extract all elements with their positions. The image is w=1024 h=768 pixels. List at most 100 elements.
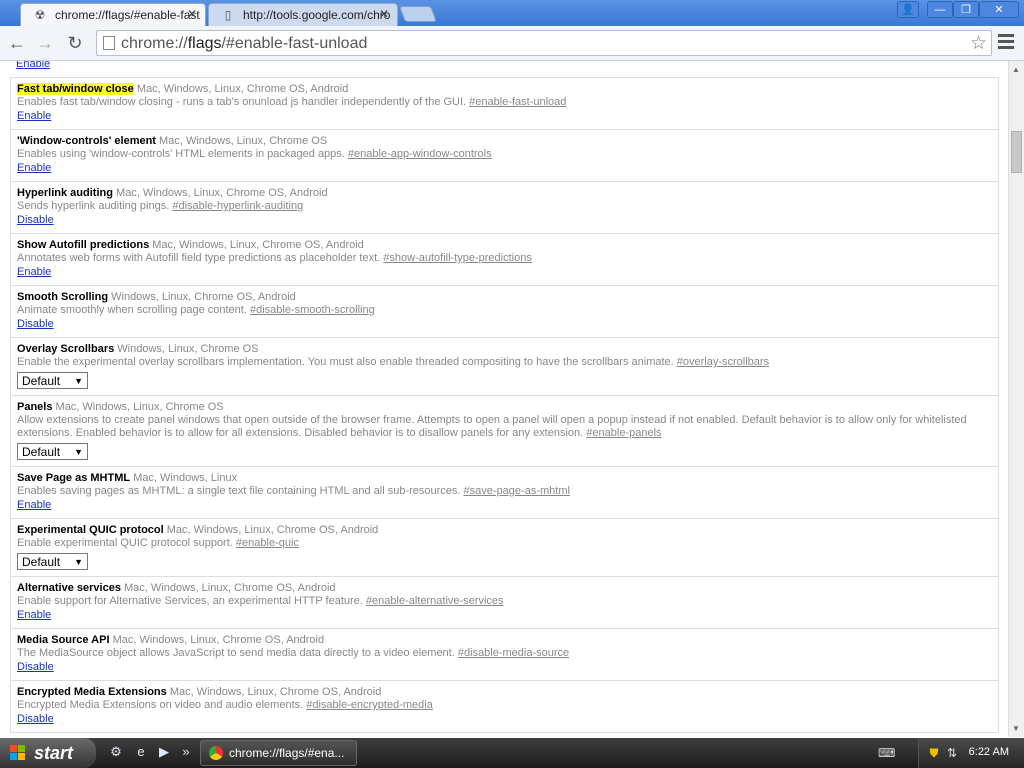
disable-link[interactable]: Disable: [17, 661, 54, 674]
back-arrow-icon[interactable]: ←: [6, 32, 28, 54]
flag-platforms: Mac, Windows, Linux: [133, 472, 238, 484]
flag-title: Encrypted Media Extensions: [17, 686, 167, 698]
page-icon: [103, 36, 115, 50]
minimize-button[interactable]: —: [927, 1, 953, 18]
windows-logo-icon: [10, 745, 26, 761]
flag-title: 'Window-controls' element: [17, 135, 156, 147]
enable-link[interactable]: Enable: [16, 61, 50, 70]
disable-link[interactable]: Disable: [17, 214, 54, 227]
dropdown-arrow-icon: ▼: [74, 557, 83, 567]
enable-link[interactable]: Enable: [17, 266, 51, 279]
flag-description: Enable the experimental overlay scrollba…: [17, 356, 674, 368]
flag-anchor-link[interactable]: #save-page-as-mhtml: [464, 485, 570, 497]
flag-platforms: Windows, Linux, Chrome OS, Android: [111, 291, 296, 303]
url-text: chrome://flags/#enable-fast-unload: [121, 35, 368, 52]
restore-button[interactable]: ❐: [953, 1, 979, 18]
flag-anchor-link[interactable]: #show-autofill-type-predictions: [383, 252, 532, 264]
close-tab-icon[interactable]: ✕: [187, 7, 197, 21]
flag-row: 'Window-controls' element Mac, Windows, …: [11, 130, 998, 182]
flag-select[interactable]: Default ▼: [17, 372, 88, 389]
flag-description: Animate smoothly when scrolling page con…: [17, 304, 247, 316]
flag-row: Overlay Scrollbars Windows, Linux, Chrom…: [11, 338, 998, 396]
network-icon[interactable]: ⇅: [945, 746, 959, 760]
flag-row: Save Page as MHTML Mac, Windows, Linux E…: [11, 467, 998, 519]
flag-description: Annotates web forms with Autofill field …: [17, 252, 381, 264]
flag-row: Alternative services Mac, Windows, Linux…: [11, 577, 998, 629]
flag-row: Media Source API Mac, Windows, Linux, Ch…: [11, 629, 998, 681]
shield-icon[interactable]: ⛊: [927, 746, 941, 760]
enable-link[interactable]: Enable: [17, 110, 51, 123]
flag-anchor-link[interactable]: #enable-panels: [586, 427, 661, 439]
flag-row: Show Autofill predictions Mac, Windows, …: [11, 234, 998, 286]
flag-anchor-link[interactable]: #enable-fast-unload: [469, 96, 566, 108]
flag-platforms: Mac, Windows, Linux, Chrome OS, Android: [124, 582, 336, 594]
scroll-up-icon[interactable]: ▲: [1012, 65, 1020, 74]
flag-description: Allow extensions to create panel windows…: [17, 414, 967, 439]
vertical-scrollbar[interactable]: ▲ ▼: [1008, 61, 1024, 737]
clock: 6:22 AM: [968, 746, 1009, 758]
flag-platforms: Mac, Windows, Linux, Chrome OS: [55, 401, 224, 413]
flag-title: Overlay Scrollbars: [17, 343, 115, 355]
close-window-button[interactable]: ✕: [979, 1, 1019, 18]
enable-link[interactable]: Enable: [17, 499, 51, 512]
flag-platforms: Mac, Windows, Linux, Chrome OS, Android: [112, 634, 325, 646]
flag-row: Fast tab/window close Mac, Windows, Linu…: [11, 78, 998, 130]
new-tab-button[interactable]: [399, 6, 437, 22]
chrome-icon: [209, 746, 223, 760]
profile-icon[interactable]: 👤: [897, 1, 919, 18]
reload-icon[interactable]: ↻: [64, 32, 86, 54]
flag-anchor-link[interactable]: #disable-encrypted-media: [306, 699, 433, 711]
keyboard-icon[interactable]: ⌨: [878, 746, 895, 760]
enable-link[interactable]: Enable: [17, 162, 51, 175]
enable-link[interactable]: Enable: [17, 609, 51, 622]
scrollbar-thumb[interactable]: [1011, 131, 1022, 173]
flag-row: Panels Mac, Windows, Linux, Chrome OS Al…: [11, 396, 998, 467]
taskbar: start ⚙ e ▶ » chrome://flags/#ena... ⌨ ⛊…: [0, 738, 1024, 768]
flag-row: Encrypted Media Extensions Mac, Windows,…: [11, 681, 998, 733]
chevron-right-icon[interactable]: »: [178, 744, 194, 760]
flag-anchor-link[interactable]: #enable-app-window-controls: [348, 148, 492, 160]
flag-anchor-link[interactable]: #disable-smooth-scrolling: [250, 304, 375, 316]
internet-explorer-icon[interactable]: e: [133, 744, 149, 760]
flag-description: Enables using 'window-controls' HTML ele…: [17, 148, 345, 160]
flag-anchor-link[interactable]: #disable-media-source: [458, 647, 569, 659]
flag-title: Experimental QUIC protocol: [17, 524, 164, 536]
flag-select[interactable]: Default ▼: [17, 553, 88, 570]
address-bar[interactable]: chrome://flags/#enable-fast-unload ☆: [96, 30, 992, 56]
radiation-icon: ☢: [34, 8, 46, 22]
flag-title: Fast tab/window close: [17, 83, 134, 95]
flag-platforms: Mac, Windows, Linux, Chrome OS, Android: [152, 239, 364, 251]
toolbar: ← → ↻ chrome://flags/#enable-fast-unload…: [0, 26, 1024, 61]
dropdown-arrow-icon: ▼: [74, 447, 83, 457]
flag-platforms: Windows, Linux, Chrome OS: [117, 343, 259, 355]
flag-platforms: Mac, Windows, Linux, Chrome OS, Android: [166, 524, 379, 536]
disable-link[interactable]: Disable: [17, 318, 54, 331]
disable-link[interactable]: Disable: [17, 713, 54, 726]
flag-title: Alternative services: [17, 582, 121, 594]
media-player-icon[interactable]: ▶: [156, 744, 172, 760]
flag-anchor-link[interactable]: #enable-quic: [236, 537, 299, 549]
flag-platforms: Mac, Windows, Linux, Chrome OS, Android: [136, 83, 349, 95]
flag-anchor-link[interactable]: #disable-hyperlink-auditing: [172, 200, 303, 212]
flag-description: Enables saving pages as MHTML: a single …: [17, 485, 461, 497]
flag-title: Smooth Scrolling: [17, 291, 109, 303]
flag-title: Hyperlink auditing: [17, 187, 113, 199]
scroll-down-icon[interactable]: ▼: [1012, 724, 1020, 733]
flag-row: Hyperlink auditing Mac, Windows, Linux, …: [11, 182, 998, 234]
flag-description: Encrypted Media Extensions on video and …: [17, 699, 304, 711]
close-tab-icon[interactable]: ✕: [379, 7, 389, 21]
flag-description: Sends hyperlink auditing pings.: [17, 200, 170, 212]
forward-arrow-icon[interactable]: →: [34, 32, 56, 54]
flag-anchor-link[interactable]: #enable-alternative-services: [366, 595, 504, 607]
bookmark-star-icon[interactable]: ☆: [970, 32, 987, 55]
flag-anchor-link[interactable]: #overlay-scrollbars: [677, 356, 769, 368]
taskbar-chrome-window[interactable]: chrome://flags/#ena...: [200, 740, 357, 766]
tab-flags[interactable]: ☢ chrome://flags/#enable-fast ✕: [20, 3, 206, 26]
explorer-icon[interactable]: ⚙: [108, 744, 124, 760]
flag-select[interactable]: Default ▼: [17, 443, 88, 460]
menu-icon[interactable]: [998, 34, 1014, 50]
flags-page: Enable Fast tab/window close Mac, Window…: [0, 61, 1008, 737]
tab-tools-google[interactable]: ▯ http://tools.google.com/chro ✕: [208, 3, 398, 26]
flag-title: Show Autofill predictions: [17, 239, 150, 251]
start-button[interactable]: start: [0, 738, 96, 768]
